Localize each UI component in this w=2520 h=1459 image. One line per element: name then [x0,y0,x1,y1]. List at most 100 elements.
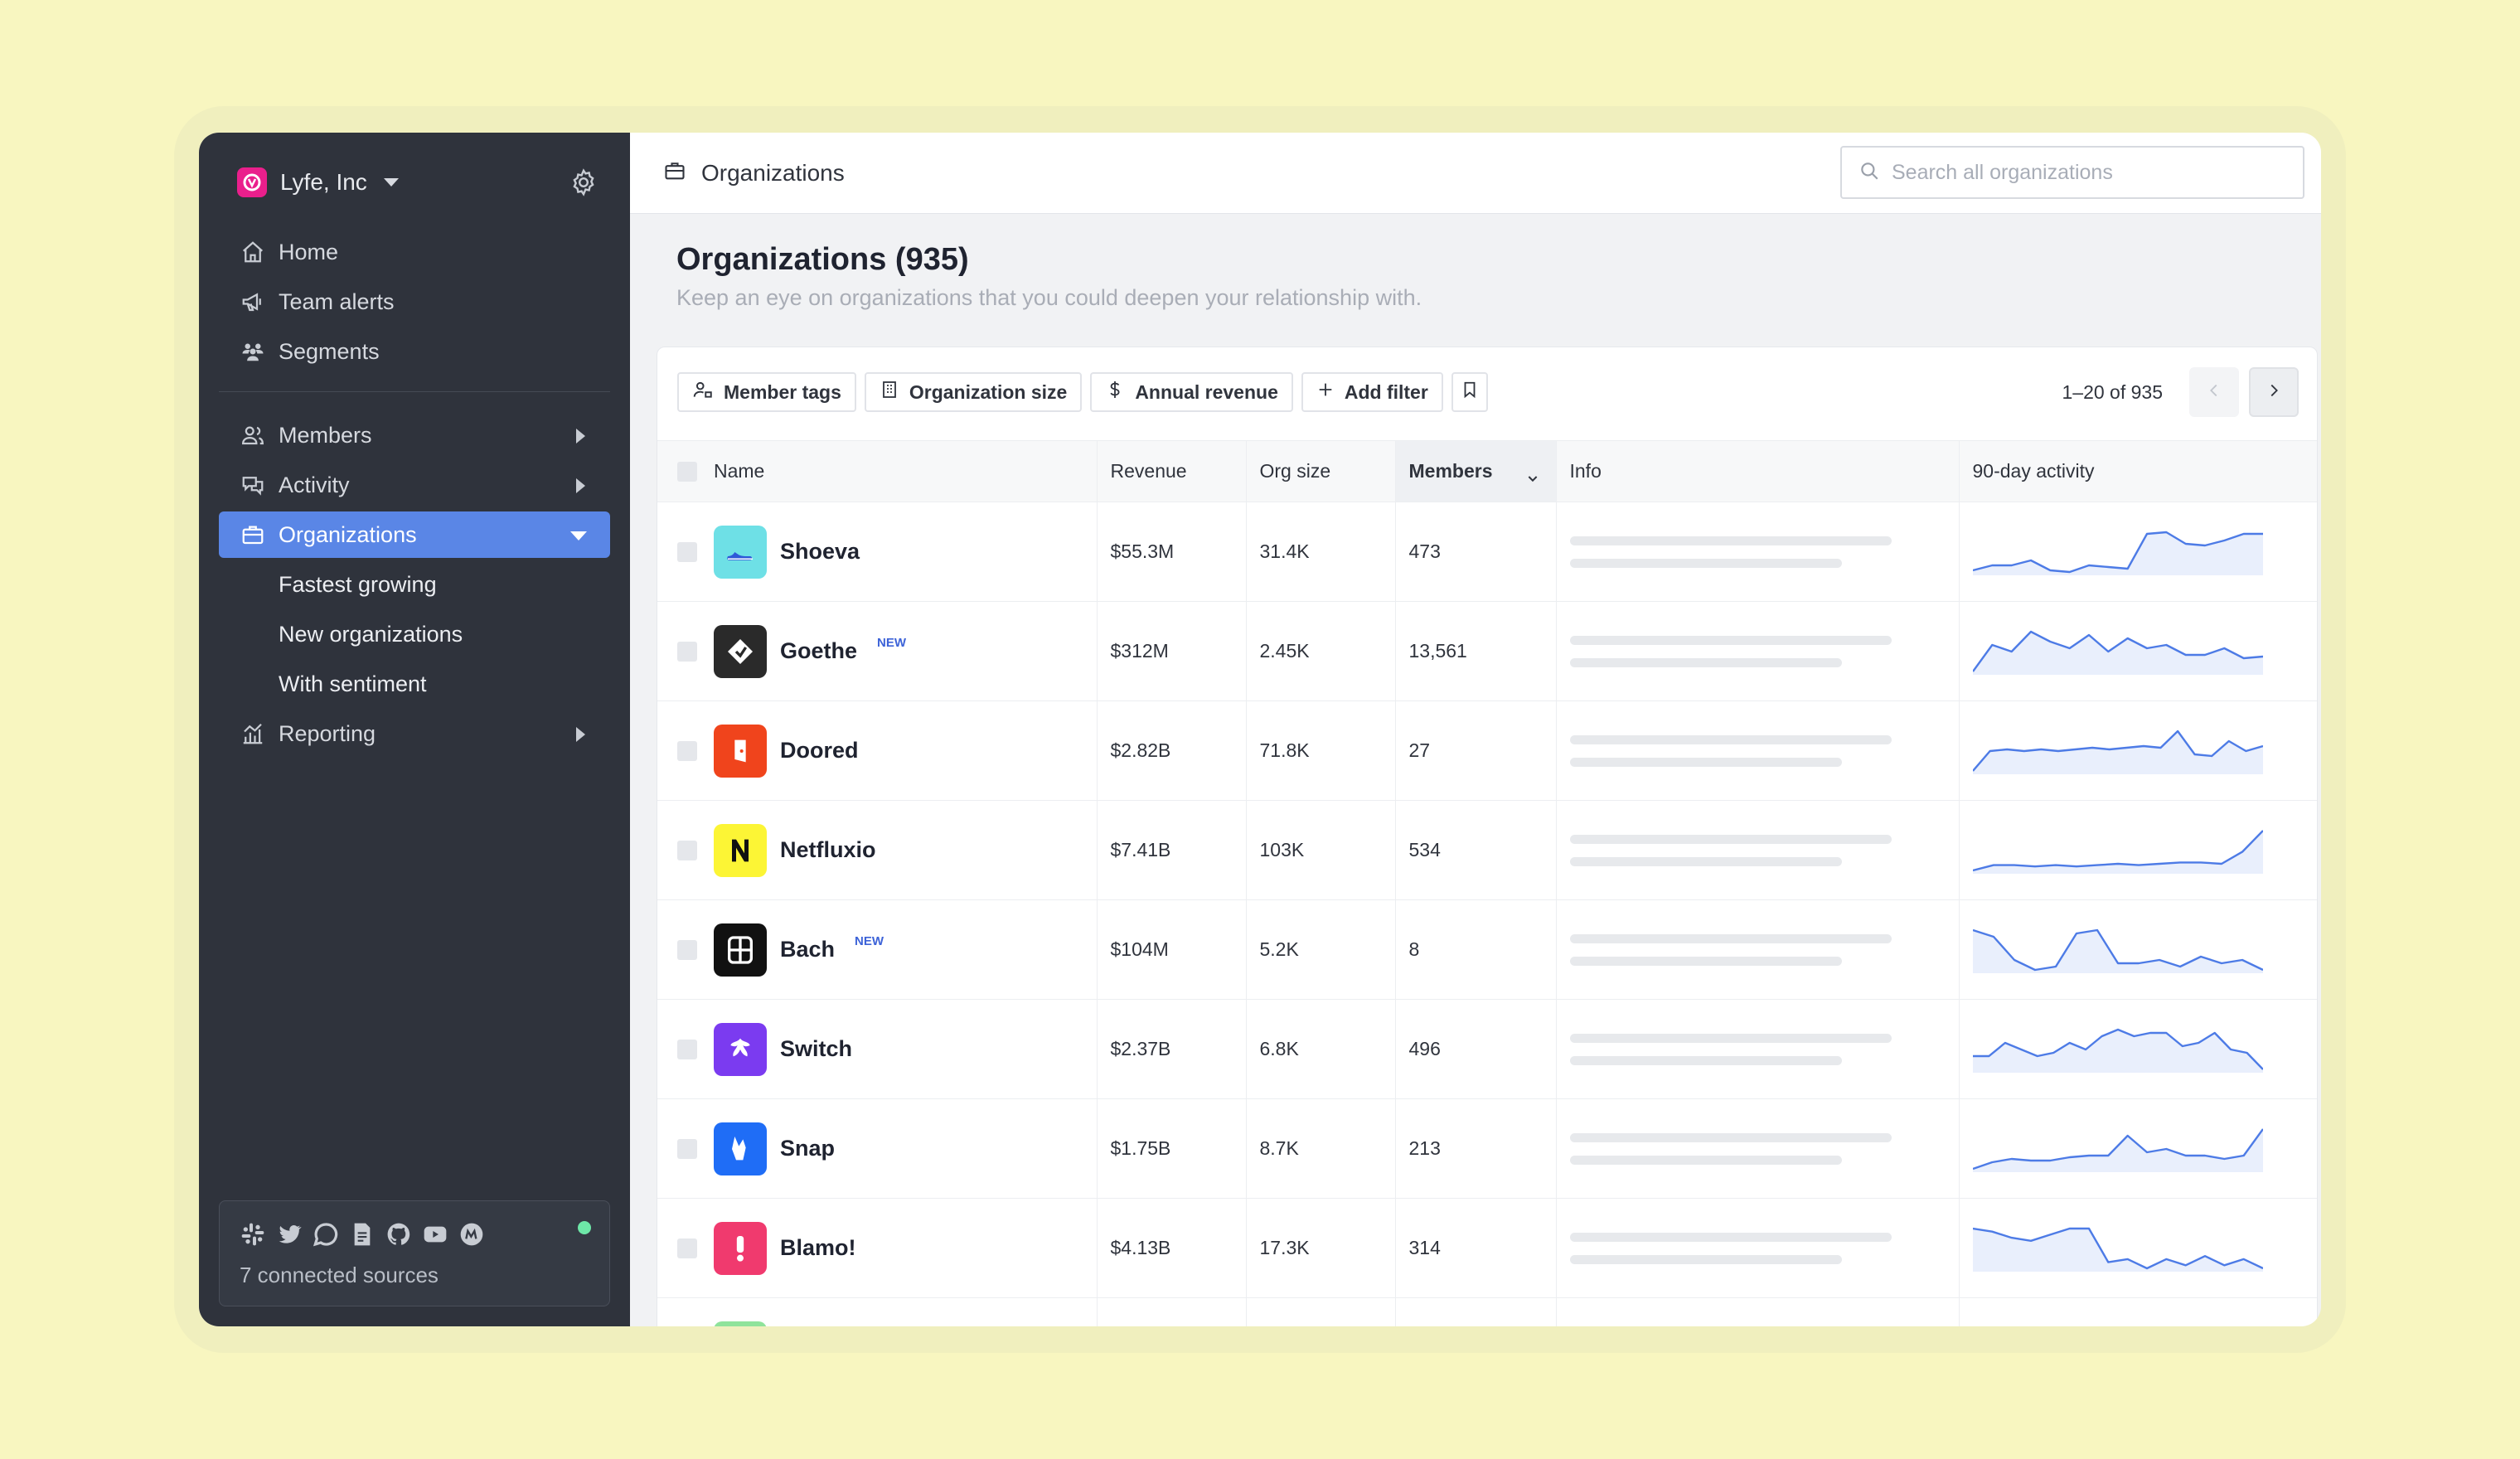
nav-label: Organizations [279,521,417,547]
cell-info [1556,1198,1960,1298]
nav-label: Home [279,239,339,264]
row-checkbox[interactable] [657,502,700,602]
info-placeholder-line [1569,1232,1892,1242]
filter-organization-size[interactable]: Organization size [864,372,1083,412]
nav-item-activity[interactable]: Activity [219,462,610,508]
table-row[interactable]: Shoeva $55.3M 31.4K 473 [657,502,2317,602]
select-all-checkbox[interactable] [657,440,700,502]
nav-subitem-new-organizations[interactable]: New organizations [219,611,610,657]
search-box[interactable] [1840,146,2304,199]
info-placeholder-line [1569,657,1842,667]
table-row[interactable]: Bach NEW $104M 5.2K 8 [657,899,2317,1000]
user-tag-icon [692,379,714,405]
search-icon [1858,160,1880,186]
nav-item-home[interactable]: Home [219,229,610,275]
new-badge: NEW [877,636,907,650]
search-input[interactable] [1892,160,2273,185]
building-icon [880,380,899,405]
table-row[interactable]: Switch $2.37B 6.8K 496 [657,999,2317,1099]
pagination-text: 1–20 of 935 [2062,381,2163,403]
cell-name: Blamo! [700,1198,1098,1298]
cell-activity [1959,899,2317,1000]
org-name[interactable]: Blamo! [780,1235,856,1261]
cell-info [1556,601,1960,701]
org-name[interactable]: Shoeva [780,539,860,565]
meetup-icon [457,1219,487,1249]
info-placeholder-line [1569,536,1892,545]
row-checkbox[interactable] [657,1297,700,1326]
table-row[interactable]: Snap $1.75B 8.7K 213 [657,1098,2317,1199]
nav-subitem-with-sentiment[interactable]: With sentiment [219,661,610,707]
nav-label: Members [279,422,372,448]
cell-members: 13,561 [1395,601,1557,701]
filter-member-tags[interactable]: Member tags [677,372,856,412]
row-checkbox[interactable] [657,601,700,701]
org-name[interactable]: Switch [780,1036,852,1062]
table-row[interactable]: Doored $2.82B 71.8K 27 [657,700,2317,801]
row-checkbox[interactable] [657,899,700,1000]
connected-sources-panel[interactable]: 7 connected sources [219,1200,610,1306]
table-row[interactable]: Netfluxio $7.41B 103K 534 [657,800,2317,900]
cell-org-size: 2.45K [1246,601,1396,701]
workspace-switcher[interactable]: Lyfe, Inc [237,167,399,197]
row-checkbox[interactable] [657,999,700,1099]
add-filter-button[interactable]: Add filter [1301,372,1443,412]
sparkline-area [1972,1228,2263,1272]
gear-icon[interactable] [569,167,598,197]
org-name[interactable]: Snap [780,1136,835,1161]
cell-revenue: $4.13B [1097,1198,1247,1298]
chevron-down-icon [383,178,399,187]
nav-item-team-alerts[interactable]: Team alerts [219,279,610,325]
row-checkbox[interactable] [657,1198,700,1298]
pagination: 1–20 of 935 [2062,367,2299,417]
column-header-info[interactable]: Info [1556,440,1960,502]
cell-activity [1959,1098,2317,1199]
column-header-name[interactable]: Name [700,440,1098,502]
cell-members: 496 [1395,999,1557,1099]
home-icon [239,238,267,266]
cell-revenue [1097,1297,1247,1326]
sparkline-area [1972,929,2263,973]
next-page-button[interactable] [2249,367,2299,417]
prev-page-button[interactable] [2189,367,2239,417]
org-name[interactable]: Doored [780,738,859,763]
table-row[interactable] [657,1297,2317,1326]
column-header-org-size[interactable]: Org size [1246,440,1396,502]
row-checkbox[interactable] [657,700,700,801]
info-placeholder-line [1569,1033,1892,1043]
cell-name: Netfluxio [700,800,1098,900]
filter-annual-revenue[interactable]: Annual revenue [1090,372,1293,412]
org-name[interactable]: Goethe [780,638,857,664]
cell-org-size: 17.3K [1246,1198,1396,1298]
info-placeholder-line [1569,956,1842,966]
workspace-logo-icon [237,167,267,197]
chevron-down-icon [570,531,587,540]
bookmark-button[interactable] [1451,372,1488,412]
youtube-icon [420,1219,450,1249]
nav-subitem-fastest-growing[interactable]: Fastest growing [219,561,610,608]
cell-info [1556,502,1960,602]
info-placeholder-line [1569,1155,1842,1165]
nav-item-reporting[interactable]: Reporting [219,710,610,757]
table-row[interactable]: Goethe NEW $312M 2.45K 13,561 [657,601,2317,701]
column-header-activity[interactable]: 90-day activity [1959,440,2317,502]
org-name[interactable]: Netfluxio [780,837,876,863]
organizations-table: Name Revenue Org size Members Info 90-da… [657,440,2317,1326]
activity-sparkline [1972,531,2263,575]
cell-revenue: $55.3M [1097,502,1247,602]
main-content: Organizations Organizations (935) Keep a… [630,133,2321,1326]
nav-item-organizations[interactable]: Organizations [219,511,610,558]
nav-label: Segments [279,338,380,364]
nav-item-segments[interactable]: Segments [219,328,610,375]
briefcase-icon [239,521,267,549]
nav-item-members[interactable]: Members [219,412,610,458]
org-name[interactable]: Bach [780,937,835,962]
table-row[interactable]: Blamo! $4.13B 17.3K 314 [657,1198,2317,1298]
column-header-members[interactable]: Members [1395,440,1557,502]
column-header-revenue[interactable]: Revenue [1097,440,1247,502]
row-checkbox[interactable] [657,800,700,900]
row-checkbox[interactable] [657,1098,700,1199]
discourse-icon [311,1219,341,1249]
cell-name [700,1297,1098,1326]
cell-activity [1959,502,2317,602]
